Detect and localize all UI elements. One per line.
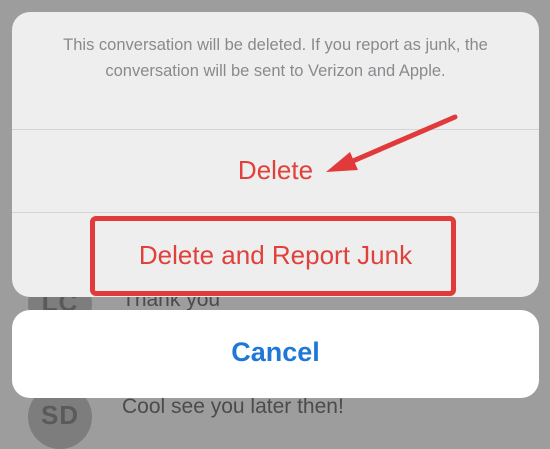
arrow-icon [326,114,458,172]
